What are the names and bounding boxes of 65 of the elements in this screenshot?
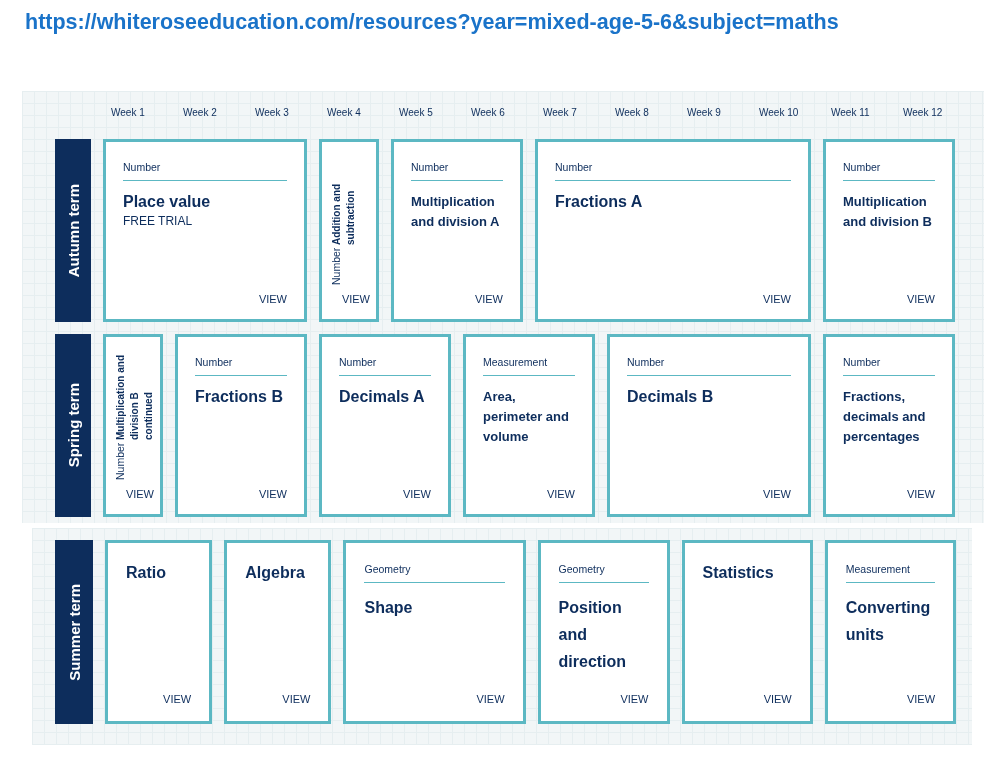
- topic-title: Decimals B: [627, 387, 715, 407]
- term-label: Spring term: [55, 334, 91, 517]
- view-link[interactable]: VIEW: [341, 293, 370, 305]
- view-link[interactable]: VIEW: [906, 488, 935, 500]
- subject-label: Number: [627, 356, 791, 376]
- week-label: Week 10: [758, 107, 800, 120]
- subject-label: Number: [411, 161, 503, 181]
- week-label: Week 4: [326, 107, 362, 120]
- topic-title: Position and direction: [558, 598, 628, 672]
- page-url[interactable]: https://whiteroseeducation.com/resources?year=mixed-age-5-6&subject=maths: [25, 10, 1006, 35]
- week-label: Week 8: [614, 107, 650, 120]
- week-label: Week 1: [110, 107, 146, 120]
- topic-title: Ratio: [126, 563, 167, 583]
- view-link[interactable]: VIEW: [258, 488, 287, 500]
- view-link[interactable]: VIEW: [125, 488, 154, 500]
- week-label: Week 6: [470, 107, 506, 120]
- free-trial-label: FREE TRIAL: [123, 214, 194, 228]
- subject-label: Measurement: [845, 563, 936, 583]
- topic-title: Algebra: [245, 563, 306, 583]
- topic-title: Decimals A: [339, 387, 426, 407]
- subject-label: Number: [330, 247, 343, 285]
- subject-label: Number: [843, 161, 935, 181]
- subject-label: Number: [195, 356, 287, 376]
- view-link[interactable]: VIEW: [906, 293, 935, 305]
- topic-title: Converting units: [845, 598, 932, 645]
- subject-label: Number: [555, 161, 791, 181]
- view-link[interactable]: VIEW: [763, 693, 792, 705]
- topic-title: Multiplication and division B: [843, 193, 933, 231]
- topic-title: Place value: [123, 192, 212, 212]
- term-label: Autumn term: [55, 139, 91, 322]
- week-label: Week 12: [902, 107, 944, 120]
- view-link[interactable]: VIEW: [258, 293, 287, 305]
- subject-label: Number: [843, 356, 935, 376]
- subject-label: Number: [123, 161, 287, 181]
- term-label: Summer term: [55, 540, 93, 724]
- topic-title: Area, perimeter and volume: [483, 388, 570, 446]
- week-label: Week 9: [686, 107, 722, 120]
- topic-title: Shape: [364, 598, 414, 618]
- topic-title: Statistics: [702, 563, 775, 583]
- subject-label: Measurement: [483, 356, 575, 376]
- week-label: Week 2: [182, 107, 218, 120]
- topic-title: Fractions, decimals and percentages: [843, 388, 927, 446]
- view-link[interactable]: VIEW: [906, 693, 936, 705]
- topic-title: Addition and subtraction: [330, 182, 357, 245]
- view-link[interactable]: VIEW: [476, 693, 505, 705]
- week-label: Week 3: [254, 107, 290, 120]
- subject-label: Geometry: [364, 563, 505, 583]
- view-link[interactable]: VIEW: [762, 293, 791, 305]
- topic-title: Multiplication and division A: [411, 193, 501, 231]
- subject-label: Number: [114, 442, 127, 480]
- topic-title: Fractions A: [555, 192, 644, 212]
- subject-label: Number: [339, 356, 431, 376]
- week-label: Week 11: [830, 107, 871, 120]
- view-link[interactable]: VIEW: [546, 488, 575, 500]
- subject-label: Geometry: [558, 563, 649, 583]
- view-link[interactable]: VIEW: [620, 693, 649, 705]
- view-link[interactable]: VIEW: [163, 693, 192, 705]
- topic-title: Fractions B: [195, 387, 284, 407]
- week-label: Week 5: [398, 107, 434, 120]
- topic-title: Multiplication and division B continued: [114, 353, 155, 440]
- view-link[interactable]: VIEW: [402, 488, 431, 500]
- view-link[interactable]: VIEW: [762, 488, 791, 500]
- view-link[interactable]: VIEW: [474, 293, 503, 305]
- week-label: Week 7: [542, 107, 578, 120]
- view-link[interactable]: VIEW: [282, 693, 311, 705]
